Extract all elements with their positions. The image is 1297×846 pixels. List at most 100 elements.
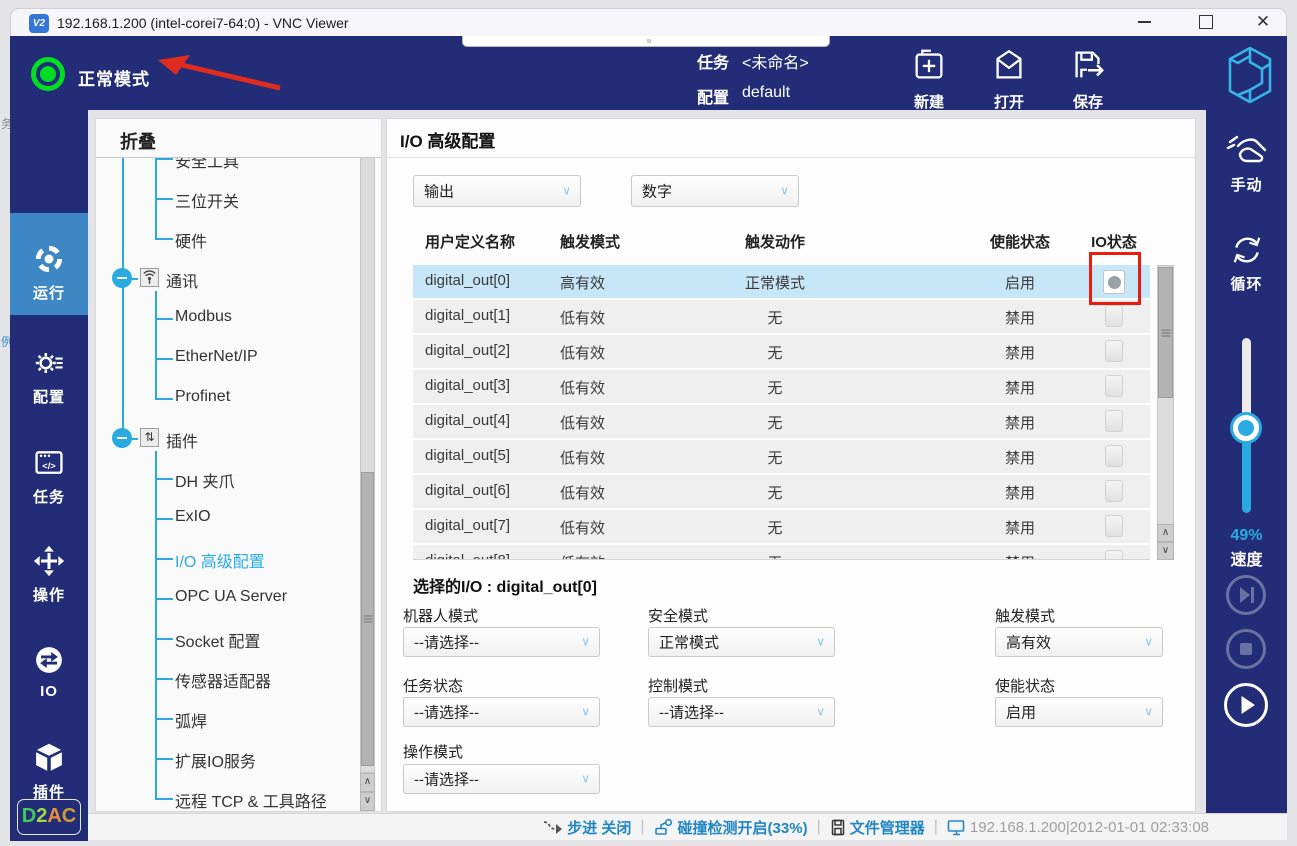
config-label: 配置 [697,84,729,108]
table-row[interactable]: digital_out[0]高有效正常模式启用 [413,265,1150,298]
table-scrollbar-thumb[interactable] [1158,267,1173,398]
trigger-action: 无 [705,307,845,328]
tree-item-6[interactable]: Profinet [175,388,230,406]
dropdown-value: --请选择-- [414,632,479,653]
enable-state: 禁用 [980,377,1060,398]
stop-button[interactable] [1226,629,1266,669]
filter-dropdown-0[interactable]: 输出 ∨ [413,175,581,207]
table-row[interactable]: digital_out[1]低有效无禁用 [413,300,1150,333]
play-icon [1227,686,1265,724]
trigger-mode: 低有效 [560,447,605,468]
table-scroll-down-button[interactable]: ∨ [1157,542,1174,560]
tree-item-1[interactable]: 三位开关 [175,188,239,212]
io-state-indicator-off[interactable] [1105,410,1123,432]
header-action-save[interactable]: 保存 [1052,46,1124,108]
minimize-button[interactable] [1122,10,1166,34]
tree-group-3[interactable]: 通讯 [166,268,198,292]
chevron-down-icon: ∨ [562,183,571,197]
form-dropdown-6[interactable]: --请选择--∨ [403,764,600,794]
form-dropdown-5[interactable]: 启用∨ [995,697,1163,727]
io-name: digital_out[1] [425,307,510,324]
step-forward-button[interactable] [1226,575,1266,615]
trigger-action: 无 [705,482,845,503]
dropdown-value: 输出 [424,181,454,202]
tree-item-14[interactable]: 弧焊 [175,708,207,732]
table-scroll-up-button[interactable]: ∧ [1157,524,1174,542]
form-dropdown-0[interactable]: --请选择--∨ [403,627,600,657]
tree-item-8[interactable]: DH 夹爪 [175,468,235,492]
sidebar-item-plugin[interactable]: 插件 [10,742,88,802]
table-row[interactable]: digital_out[8]低有效无禁用 [413,545,1150,560]
skip-icon [1229,578,1263,612]
tree-item-11[interactable]: OPC UA Server [175,588,287,606]
io-name: digital_out[7] [425,517,510,534]
tree-scrollbar-thumb[interactable] [361,472,374,766]
tree-group-7[interactable]: 插件 [166,428,198,452]
run-icon [33,262,65,279]
config-value: default [742,84,790,102]
tree-collapse-bullet[interactable] [112,428,132,448]
header-action-new-file[interactable]: 新建 [893,46,965,108]
table-row[interactable]: digital_out[4]低有效无禁用 [413,405,1150,438]
sidebar-item-task[interactable]: </>任务 [10,447,88,507]
table-row[interactable]: digital_out[7]低有效无禁用 [413,510,1150,543]
trigger-action: 无 [705,377,845,398]
tree-item-5[interactable]: EtherNet/IP [175,348,258,366]
tree-item-16[interactable]: 远程 TCP & 工具路径 [175,788,327,812]
io-state-indicator-off[interactable] [1105,480,1123,502]
io-state-indicator-off[interactable] [1105,550,1123,560]
filter-dropdown-1[interactable]: 数字∨ [631,175,799,207]
trigger-mode: 低有效 [560,377,605,398]
sidebar-item-label: 运行 [10,282,88,303]
table-row[interactable]: digital_out[3]低有效无禁用 [413,370,1150,403]
io-state-indicator-off[interactable] [1105,445,1123,467]
tree-item-10[interactable]: I/O 高级配置 [175,548,265,572]
trigger-mode: 低有效 [560,552,605,560]
tree-collapse-bullet[interactable] [112,268,132,288]
tree-collapse-header[interactable]: 折叠 [96,119,381,158]
brand-d2ac-button[interactable]: D2AC [17,799,81,835]
form-dropdown-1[interactable]: 正常模式∨ [648,627,835,657]
table-row[interactable]: digital_out[6]低有效无禁用 [413,475,1150,508]
vnc-logo-icon: V2 [29,14,49,33]
maximize-button[interactable] [1184,10,1228,34]
form-dropdown-4[interactable]: --请选择--∨ [648,697,835,727]
form-dropdown-2[interactable]: 高有效∨ [995,627,1163,657]
sidebar-item-operate[interactable]: 操作 [10,545,88,605]
table-row[interactable]: digital_out[2]低有效无禁用 [413,335,1150,368]
tree-item-15[interactable]: 扩展IO服务 [175,748,256,772]
tree-connector-tick [155,638,173,640]
sidebar-item-run[interactable]: 运行 [10,243,88,303]
cycle-mode-button[interactable]: 循环 [1206,232,1287,294]
tree-item-13[interactable]: 传感器适配器 [175,668,271,692]
form-dropdown-3[interactable]: --请选择--∨ [403,697,600,727]
annotation-arrow [150,52,285,94]
file-manager-button[interactable]: 文件管理器 [830,817,925,838]
tree-item-9[interactable]: ExIO [175,508,211,526]
io-state-indicator-off[interactable] [1105,305,1123,327]
tree-scroll-up-button[interactable]: ∧ [360,773,375,792]
io-state-indicator-off[interactable] [1105,515,1123,537]
speed-slider-fill[interactable] [1242,433,1251,513]
collision-status[interactable]: 碰撞检测开启(33%) [654,817,808,838]
vnc-toolbar-collapsed[interactable] [462,36,830,47]
tree-item-12[interactable]: Socket 配置 [175,628,260,652]
tree-item-4[interactable]: Modbus [175,308,232,326]
tree-item-2[interactable]: 硬件 [175,228,207,252]
close-button[interactable]: ✕ [1241,10,1285,34]
manual-mode-button[interactable]: 手动 [1206,133,1287,195]
table-row[interactable]: digital_out[5]低有效无禁用 [413,440,1150,473]
enable-state: 禁用 [980,342,1060,363]
robot-mode-label: 正常模式 [78,65,150,90]
sidebar-item-config[interactable]: 配置 [10,347,88,407]
step-status[interactable]: 步进 关闭 [543,817,631,838]
io-state-indicator-off[interactable] [1105,340,1123,362]
speed-slider-handle[interactable] [1233,415,1259,441]
sidebar-item-io[interactable]: IO [10,644,88,700]
header-action-open[interactable]: 打开 [973,46,1045,108]
trigger-action: 无 [705,552,845,560]
tree-connector-tick [155,158,173,160]
io-state-indicator-off[interactable] [1105,375,1123,397]
tree-scroll-down-button[interactable]: ∨ [360,792,375,811]
play-button[interactable] [1224,683,1268,727]
